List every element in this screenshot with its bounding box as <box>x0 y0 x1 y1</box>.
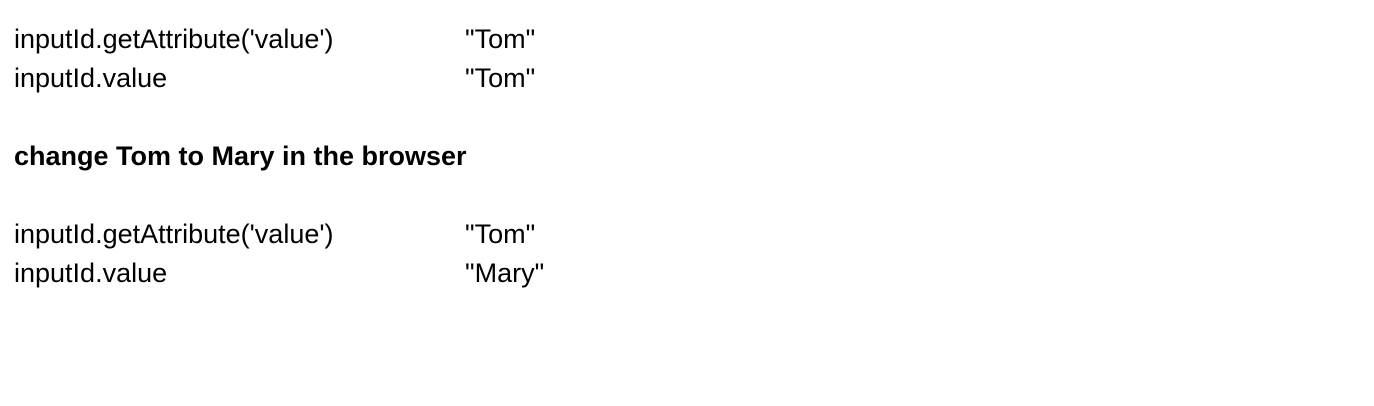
section-heading: change Tom to Mary in the browser <box>14 141 467 171</box>
result-text: "Tom" <box>465 63 536 93</box>
expression-text: inputId.value <box>14 258 168 288</box>
expression-text: inputId.getAttribute('value') <box>14 219 334 249</box>
document-body: inputId.getAttribute('value') "Tom" inpu… <box>14 20 814 293</box>
result-text: "Mary" <box>465 258 545 288</box>
before-row-value: inputId.value "Tom" <box>14 59 814 98</box>
after-row-value: inputId.value "Mary" <box>14 254 814 293</box>
result-text: "Tom" <box>465 24 536 54</box>
after-row-getattribute: inputId.getAttribute('value') "Tom" <box>14 215 814 254</box>
expression-text: inputId.value <box>14 63 168 93</box>
expression-text: inputId.getAttribute('value') <box>14 24 334 54</box>
result-text: "Tom" <box>465 219 536 249</box>
before-row-getattribute: inputId.getAttribute('value') "Tom" <box>14 20 814 59</box>
